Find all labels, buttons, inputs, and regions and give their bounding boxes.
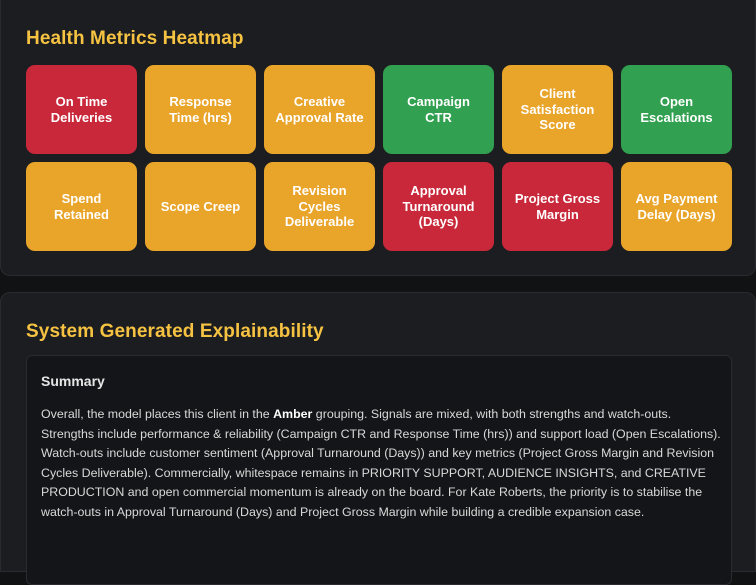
tile-on-time-deliveries[interactable]: On Time Deliveries — [26, 65, 137, 154]
tile-revision-cycles-deliverable[interactable]: Revision Cycles Deliverable — [264, 162, 375, 251]
summary-panel: Summary Overall, the model places this c… — [26, 355, 732, 585]
heatmap-title: Health Metrics Heatmap — [26, 28, 244, 49]
tile-scope-creep[interactable]: Scope Creep — [145, 162, 256, 251]
tile-approval-turnaround[interactable]: Approval Turnaround (Days) — [383, 162, 494, 251]
summary-text: Overall, the model places this client in… — [41, 405, 721, 523]
tile-response-time[interactable]: Response Time (hrs) — [145, 65, 256, 154]
explainability-card: System Generated Explainability Summary … — [0, 292, 756, 585]
tile-avg-payment-delay[interactable]: Avg Payment Delay (Days) — [621, 162, 732, 251]
tile-open-escalations[interactable]: Open Escalations — [621, 65, 732, 154]
heatmap-grid: On Time Deliveries Response Time (hrs) C… — [26, 65, 732, 251]
explainability-title: System Generated Explainability — [26, 321, 324, 342]
summary-heading: Summary — [41, 373, 105, 389]
summary-prefix: Overall, the model places this client in… — [41, 407, 274, 421]
tile-campaign-ctr[interactable]: Campaign CTR — [383, 65, 494, 154]
tile-client-satisfaction-score[interactable]: Client Satisfaction Score — [502, 65, 613, 154]
tile-spend-retained[interactable]: Spend Retained — [26, 162, 137, 251]
summary-rest: grouping. Signals are mixed, with both s… — [41, 407, 721, 519]
tile-project-gross-margin[interactable]: Project Gross Margin — [502, 162, 613, 251]
tile-creative-approval-rate[interactable]: Creative Approval Rate — [264, 65, 375, 154]
summary-grouping: Amber — [273, 407, 313, 421]
health-metrics-card: Health Metrics Heatmap On Time Deliverie… — [0, 0, 756, 276]
